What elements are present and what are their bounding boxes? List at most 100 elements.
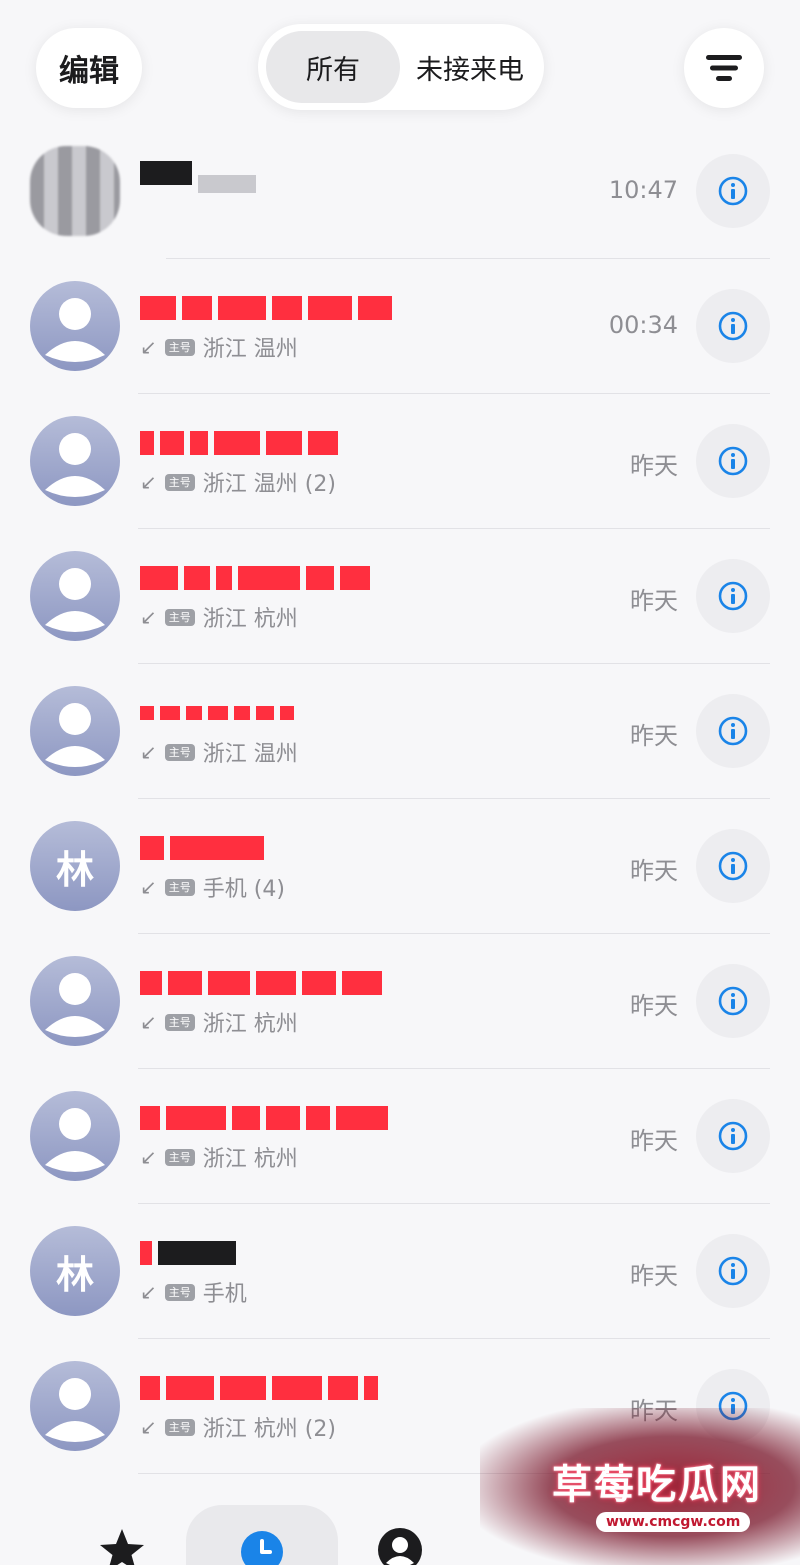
call-location: 浙江 杭州 — [202, 1012, 298, 1037]
sim-badge: 主号 — [164, 878, 195, 896]
call-meta: ↙ 主号 浙江 温州 — [140, 736, 298, 768]
call-meta: ↙ 主号 浙江 杭州 (2) — [140, 1411, 336, 1443]
sim-badge: 主号 — [164, 743, 195, 761]
call-location: 浙江 杭州 (2) — [202, 1417, 336, 1442]
person-icon — [45, 703, 105, 767]
contact-avatar — [30, 416, 120, 506]
info-icon — [718, 1121, 748, 1151]
call-meta: ↙ 主号 浙江 温州 (2) — [140, 466, 336, 498]
person-icon — [45, 568, 105, 632]
info-button[interactable] — [696, 1234, 770, 1308]
call-time: 昨天 — [630, 452, 678, 480]
info-button[interactable] — [696, 829, 770, 903]
info-button[interactable] — [696, 1099, 770, 1173]
incoming-arrow-icon: ↙ — [140, 1010, 157, 1034]
call-row[interactable]: ↙ 主号 浙江 杭州 昨天 — [0, 934, 800, 1069]
contact-avatar — [30, 956, 120, 1046]
tab-contacts[interactable] — [370, 1505, 430, 1565]
call-row[interactable]: 林 ↙ 主号 手机 昨天 — [0, 1204, 800, 1339]
call-location: 手机 — [202, 1282, 247, 1307]
incoming-arrow-icon: ↙ — [140, 335, 157, 359]
sim-badge: 主号 — [164, 1013, 195, 1031]
incoming-arrow-icon: ↙ — [140, 875, 157, 899]
sim-badge: 主号 — [164, 1148, 195, 1166]
incoming-arrow-icon: ↙ — [140, 1415, 157, 1439]
person-icon — [45, 433, 105, 497]
call-location: 浙江 温州 (2) — [202, 472, 336, 497]
caller-name-redacted — [140, 293, 392, 323]
edit-button[interactable]: 编辑 — [36, 28, 142, 108]
contact-avatar — [30, 1361, 120, 1451]
caller-name-redacted — [140, 1238, 236, 1268]
contact-avatar: 林 — [30, 821, 120, 911]
sim-badge: 主号 — [164, 1283, 195, 1301]
info-button[interactable] — [696, 694, 770, 768]
avatar-initial: 林 — [55, 1252, 94, 1297]
incoming-arrow-icon: ↙ — [140, 1280, 157, 1304]
sim-badge: 主号 — [164, 608, 195, 626]
recent-calls-list: 10:47 ↙ 主号 浙江 温州 00:34 ↙ 主号 浙江 温州 (2) 昨天… — [0, 124, 800, 1474]
contact-avatar: 林 — [30, 1226, 120, 1316]
sim-badge: 主号 — [164, 473, 195, 491]
person-icon — [45, 1378, 105, 1442]
watermark-url: www.cmcgw.com — [596, 1512, 751, 1532]
info-button[interactable] — [696, 964, 770, 1038]
call-meta: ↙ 主号 浙江 杭州 — [140, 601, 298, 633]
info-icon — [718, 311, 748, 341]
call-row[interactable]: ↙ 主号 浙江 温州 昨天 — [0, 664, 800, 799]
caller-name-redacted — [140, 563, 370, 593]
person-icon — [45, 1108, 105, 1172]
incoming-arrow-icon: ↙ — [140, 1145, 157, 1169]
info-button[interactable] — [696, 559, 770, 633]
contact-avatar — [30, 1091, 120, 1181]
info-icon — [718, 176, 748, 206]
info-icon — [718, 986, 748, 1016]
call-meta: ↙ 主号 浙江 杭州 — [140, 1006, 298, 1038]
call-row[interactable]: 10:47 — [0, 124, 800, 259]
call-location: 浙江 温州 — [202, 337, 298, 362]
tab-recents[interactable] — [186, 1505, 338, 1565]
menu-lines-icon — [706, 55, 742, 81]
incoming-arrow-icon: ↙ — [140, 740, 157, 764]
tab-favorites[interactable] — [92, 1505, 152, 1565]
call-row[interactable]: ↙ 主号 浙江 杭州 昨天 — [0, 529, 800, 664]
call-meta: ↙ 主号 浙江 温州 — [140, 331, 298, 363]
sim-badge: 主号 — [164, 338, 195, 356]
call-row[interactable]: ↙ 主号 浙江 温州 00:34 — [0, 259, 800, 394]
call-location: 浙江 温州 — [202, 742, 298, 767]
call-row[interactable]: ↙ 主号 浙江 温州 (2) 昨天 — [0, 394, 800, 529]
call-time: 昨天 — [630, 1262, 678, 1290]
person-icon — [45, 298, 105, 362]
info-icon — [718, 581, 748, 611]
call-row[interactable]: 林 ↙ 主号 手机 (4) 昨天 — [0, 799, 800, 934]
caller-name-redacted — [140, 833, 264, 863]
caller-name-redacted — [140, 158, 256, 193]
star-icon — [100, 1529, 144, 1565]
call-time: 昨天 — [630, 1127, 678, 1155]
incoming-arrow-icon: ↙ — [140, 605, 157, 629]
call-time: 10:47 — [608, 176, 678, 204]
incoming-arrow-icon: ↙ — [140, 470, 157, 494]
avatar-initial: 林 — [55, 847, 94, 892]
info-icon — [718, 1256, 748, 1286]
contact-avatar — [30, 686, 120, 776]
caller-name-redacted — [140, 428, 338, 458]
contact-avatar — [30, 281, 120, 371]
info-icon — [718, 446, 748, 476]
watermark-title: 草莓吃瓜网 — [552, 1462, 762, 1508]
info-button[interactable] — [696, 424, 770, 498]
info-icon — [718, 716, 748, 746]
call-location: 浙江 杭州 — [202, 1147, 298, 1172]
filter-menu-button[interactable] — [684, 28, 764, 108]
contact-avatar — [30, 146, 120, 236]
segment-all[interactable]: 所有 — [266, 31, 400, 103]
segment-missed[interactable]: 未接来电 — [404, 31, 536, 103]
info-button[interactable] — [696, 289, 770, 363]
call-row[interactable]: ↙ 主号 浙江 杭州 昨天 — [0, 1069, 800, 1204]
call-meta: ↙ 主号 浙江 杭州 — [140, 1141, 298, 1173]
top-bar: 编辑 所有 未接来电 — [0, 0, 800, 140]
call-meta: ↙ 主号 手机 (4) — [140, 871, 285, 903]
call-time: 昨天 — [630, 587, 678, 615]
call-filter-segmented-control: 所有 未接来电 — [258, 24, 544, 110]
info-button[interactable] — [696, 154, 770, 228]
